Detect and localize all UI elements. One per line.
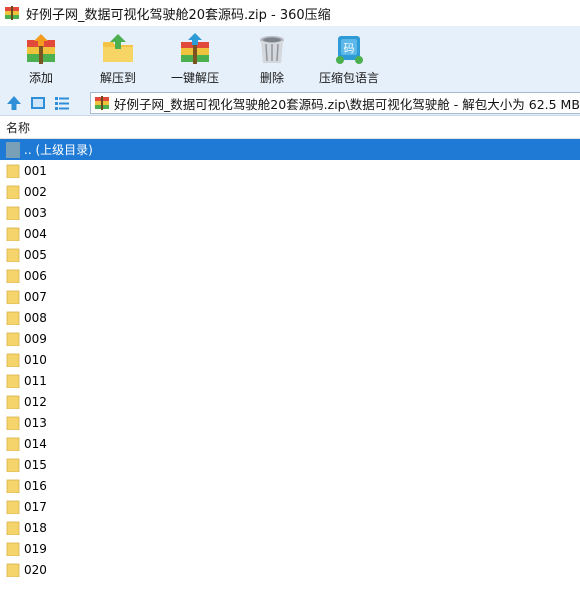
list-item[interactable]: 015 bbox=[0, 454, 580, 475]
list-item-label: 020 bbox=[24, 562, 47, 577]
list-item[interactable]: 004 bbox=[0, 223, 580, 244]
list-item[interactable]: 012 bbox=[0, 391, 580, 412]
list-view-button[interactable] bbox=[52, 93, 72, 113]
large-icon-view-button[interactable] bbox=[28, 93, 48, 113]
list-item[interactable]: 010 bbox=[0, 349, 580, 370]
list-item-label: 019 bbox=[24, 541, 47, 556]
list-item[interactable]: 014 bbox=[0, 433, 580, 454]
parent-directory-label: .. (上级目录) bbox=[24, 143, 93, 157]
folder-icon bbox=[6, 290, 20, 304]
list-item-label: 002 bbox=[24, 184, 47, 199]
extract-to-icon bbox=[103, 34, 133, 62]
archive-language-icon: 码 bbox=[336, 36, 363, 64]
list-item-label: 010 bbox=[24, 352, 47, 367]
folder-icon bbox=[6, 521, 20, 535]
list-view-icon bbox=[55, 96, 69, 110]
folder-icon bbox=[6, 542, 20, 556]
list-item[interactable]: 020 bbox=[0, 559, 580, 580]
list-item-label: 006 bbox=[24, 268, 47, 283]
title-bar: 好例子网_数据可视化驾驶舱20套源码.zip - 360压缩 bbox=[0, 0, 580, 26]
list-item-label: 013 bbox=[24, 415, 47, 430]
column-header-name[interactable]: 名称 bbox=[6, 119, 30, 136]
up-button[interactable] bbox=[4, 93, 24, 113]
list-item-label: 014 bbox=[24, 436, 47, 451]
folder-icon bbox=[6, 185, 20, 199]
large-icon-view-icon bbox=[31, 96, 45, 109]
one-click-extract-icon bbox=[181, 33, 209, 64]
list-item[interactable]: 007 bbox=[0, 286, 580, 307]
list-item-label: 012 bbox=[24, 394, 47, 409]
folder-icon bbox=[6, 458, 20, 472]
archive-path-icon bbox=[95, 96, 109, 110]
list-item[interactable]: 018 bbox=[0, 517, 580, 538]
folder-icon bbox=[6, 353, 20, 367]
folder-icon bbox=[6, 437, 20, 451]
list-item-label: 009 bbox=[24, 331, 47, 346]
archive-language-button[interactable]: 码 压缩包语言 bbox=[313, 26, 385, 90]
folder-icon bbox=[6, 416, 20, 430]
list-item[interactable]: 008 bbox=[0, 307, 580, 328]
folder-icon bbox=[6, 374, 20, 388]
list-item[interactable]: 003 bbox=[0, 202, 580, 223]
folder-icon bbox=[6, 500, 20, 514]
folder-icon bbox=[6, 332, 20, 346]
parent-directory-row[interactable]: .. (上级目录) bbox=[0, 139, 580, 160]
folder-icon bbox=[6, 206, 20, 220]
parent-folder-icon bbox=[6, 141, 20, 158]
app-archive-icon bbox=[5, 6, 19, 20]
add-label: 添加 bbox=[28, 71, 53, 85]
list-item-label: 016 bbox=[24, 478, 47, 493]
navigation-bar: 好例子网_数据可视化驾驶舱20套源码.zip\数据可视化驾驶舱 - 解包大小为 … bbox=[0, 90, 580, 116]
list-item[interactable]: 013 bbox=[0, 412, 580, 433]
list-item[interactable]: 017 bbox=[0, 496, 580, 517]
add-archive-icon bbox=[27, 34, 55, 64]
trash-icon bbox=[260, 36, 284, 63]
list-item[interactable]: 005 bbox=[0, 244, 580, 265]
svg-text:码: 码 bbox=[344, 42, 355, 55]
list-item-label: 003 bbox=[24, 205, 47, 220]
folder-icon bbox=[6, 395, 20, 409]
list-item-label: 004 bbox=[24, 226, 47, 241]
list-item[interactable]: 009 bbox=[0, 328, 580, 349]
list-item-label: 011 bbox=[24, 373, 47, 388]
folder-icon bbox=[6, 311, 20, 325]
toolbar: 添加 解压到 一键解压 删除 码 压缩包语言 bbox=[0, 26, 580, 90]
column-header: 名称 bbox=[0, 117, 580, 139]
path-text: 好例子网_数据可视化驾驶舱20套源码.zip\数据可视化驾驶舱 - 解包大小为 … bbox=[114, 96, 580, 112]
folder-icon bbox=[6, 227, 20, 241]
add-button[interactable]: 添加 bbox=[5, 26, 77, 90]
delete-label: 删除 bbox=[259, 71, 284, 85]
list-item[interactable]: 019 bbox=[0, 538, 580, 559]
window-title: 好例子网_数据可视化驾驶舱20套源码.zip - 360压缩 bbox=[26, 7, 331, 23]
folder-icon bbox=[6, 248, 20, 262]
list-item-label: 005 bbox=[24, 247, 47, 262]
delete-button[interactable]: 删除 bbox=[236, 26, 308, 90]
folder-icon bbox=[6, 563, 20, 577]
list-item[interactable]: 016 bbox=[0, 475, 580, 496]
folder-icon bbox=[6, 269, 20, 283]
list-item[interactable]: 011 bbox=[0, 370, 580, 391]
file-list: .. (上级目录) 001 002 003 004 005 006 007 00… bbox=[0, 139, 580, 580]
list-item[interactable]: 002 bbox=[0, 181, 580, 202]
list-item-label: 008 bbox=[24, 310, 47, 325]
archive-language-label: 压缩包语言 bbox=[318, 71, 379, 85]
list-item-label: 017 bbox=[24, 499, 47, 514]
extract-to-button[interactable]: 解压到 bbox=[82, 26, 154, 90]
list-item[interactable]: 006 bbox=[0, 265, 580, 286]
up-arrow-icon bbox=[7, 95, 21, 110]
list-item-label: 007 bbox=[24, 289, 47, 304]
path-bar[interactable]: 好例子网_数据可视化驾驶舱20套源码.zip\数据可视化驾驶舱 - 解包大小为 … bbox=[90, 92, 580, 114]
list-item-label: 018 bbox=[24, 520, 47, 535]
one-click-extract-button[interactable]: 一键解压 bbox=[159, 26, 231, 90]
list-item[interactable]: 001 bbox=[0, 160, 580, 181]
list-item-label: 001 bbox=[24, 163, 47, 178]
one-click-extract-label: 一键解压 bbox=[170, 71, 219, 85]
extract-to-label: 解压到 bbox=[99, 71, 136, 85]
folder-icon bbox=[6, 479, 20, 493]
list-item-label: 015 bbox=[24, 457, 47, 472]
folder-icon bbox=[6, 164, 20, 178]
